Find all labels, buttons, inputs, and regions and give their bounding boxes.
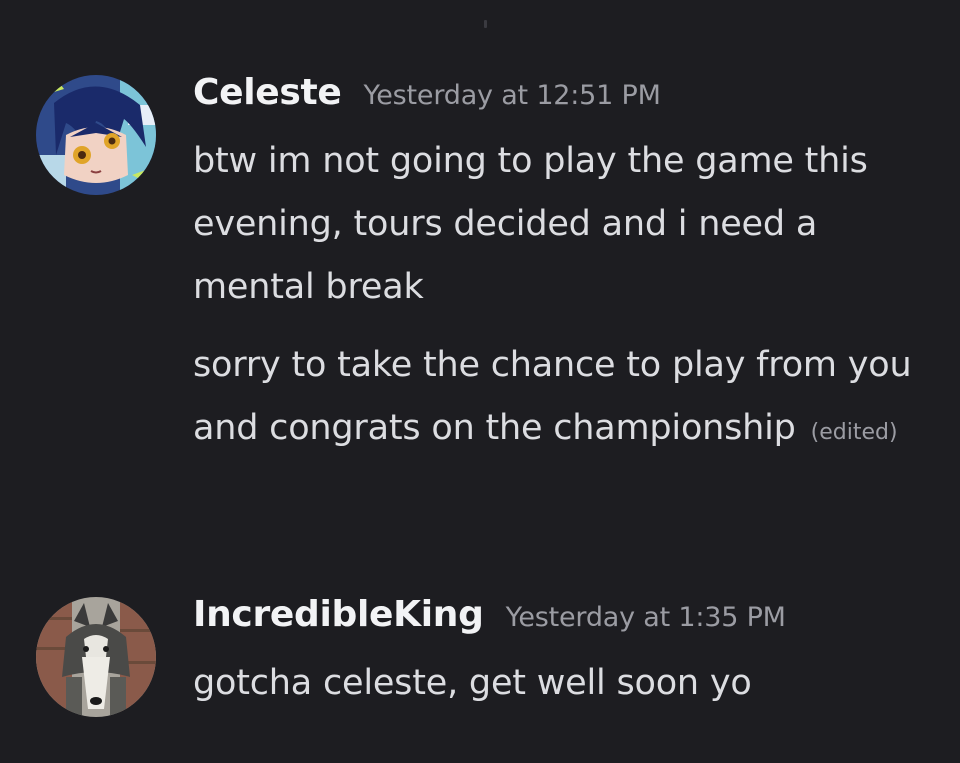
timestamp[interactable]: Yesterday at 1:35 PM xyxy=(506,602,786,633)
message-text: sorry to take the chance to play from yo… xyxy=(193,345,912,448)
username[interactable]: Celeste xyxy=(193,72,342,113)
message-paragraph: sorry to take the chance to play from yo… xyxy=(193,334,933,464)
message-paragraph: gotcha celeste, get well soon yo xyxy=(193,663,752,703)
timestamp[interactable]: Yesterday at 12:51 PM xyxy=(364,80,661,111)
username[interactable]: IncredibleKing xyxy=(193,594,484,635)
anime-character-avatar-icon xyxy=(36,75,156,195)
avatar-celeste[interactable] xyxy=(36,75,156,195)
previous-message-edge xyxy=(0,0,960,30)
husky-dog-avatar-icon xyxy=(36,597,156,717)
edited-label: (edited) xyxy=(810,420,898,445)
message-header: IncredibleKing Yesterday at 1:35 PM xyxy=(193,594,786,635)
message-paragraph: btw im not going to play the game this e… xyxy=(193,141,868,307)
message-header: Celeste Yesterday at 12:51 PM xyxy=(193,72,661,113)
avatar-incredibleking[interactable] xyxy=(36,597,156,717)
divider-tick xyxy=(484,20,487,28)
